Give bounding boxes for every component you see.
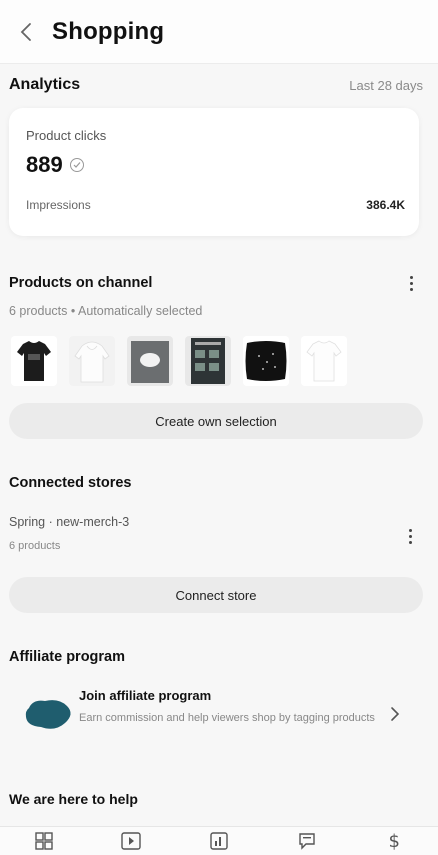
- product-thumb-black-tshirt[interactable]: [11, 336, 57, 386]
- analytics-card[interactable]: Product clicks 889 Impressions 386.4K: [9, 108, 419, 236]
- chevron-left-icon: [20, 22, 31, 41]
- products-header: Products on channel: [9, 271, 423, 295]
- products-more-icon[interactable]: [399, 271, 423, 295]
- connected-stores-title: Connected stores: [9, 475, 132, 491]
- page-title: Shopping: [52, 17, 165, 45]
- dashboard-icon[interactable]: [32, 829, 56, 853]
- product-thumb-black-pillow[interactable]: [243, 336, 289, 386]
- create-selection-button[interactable]: Create own selection: [9, 403, 423, 439]
- product-thumbnails: [11, 336, 347, 386]
- product-thumb-grey-poster[interactable]: [127, 336, 173, 386]
- product-thumb-dark-poster[interactable]: [185, 336, 231, 386]
- back-button[interactable]: [6, 12, 46, 52]
- analytics-icon[interactable]: [207, 829, 231, 853]
- chevron-right-icon: [391, 707, 400, 721]
- product-thumb-white-tshirt[interactable]: [301, 336, 347, 386]
- bottom-navigation: $: [0, 826, 438, 855]
- store-name: Spring · new-merch-3: [9, 515, 130, 529]
- analytics-header: Analytics Last 28 days: [9, 76, 423, 94]
- earn-icon[interactable]: $: [382, 829, 406, 853]
- join-affiliate-title: Join affiliate program: [79, 688, 212, 703]
- join-affiliate-description: Earn commission and help viewers shop by…: [79, 712, 375, 724]
- affiliate-logo-icon: [25, 700, 71, 729]
- store-more-icon[interactable]: [398, 524, 422, 548]
- comments-icon[interactable]: [295, 829, 319, 853]
- product-clicks-row: 889: [26, 152, 84, 178]
- product-clicks-value: 889: [26, 152, 63, 177]
- impressions-value: 386.4K: [366, 198, 405, 212]
- analytics-title: Analytics: [9, 76, 81, 93]
- help-title: We are here to help: [9, 791, 138, 807]
- app-header: Shopping: [0, 0, 438, 64]
- products-title: Products on channel: [9, 275, 153, 291]
- products-subtitle: 6 products • Automatically selected: [9, 304, 203, 318]
- join-affiliate-row[interactable]: Join affiliate program Earn commission a…: [9, 684, 423, 748]
- content-icon[interactable]: [119, 829, 143, 853]
- check-circle-icon: [69, 158, 84, 172]
- impressions-label: Impressions: [26, 198, 91, 212]
- date-range-label: Last 28 days: [349, 77, 423, 93]
- product-thumb-white-hoodie[interactable]: [69, 336, 115, 386]
- affiliate-title: Affiliate program: [9, 649, 126, 665]
- connect-store-button[interactable]: Connect store: [9, 577, 423, 613]
- product-clicks-label: Product clicks: [26, 128, 107, 143]
- store-product-count: 6 products: [9, 540, 61, 552]
- impressions-row: Impressions 386.4K: [26, 198, 405, 212]
